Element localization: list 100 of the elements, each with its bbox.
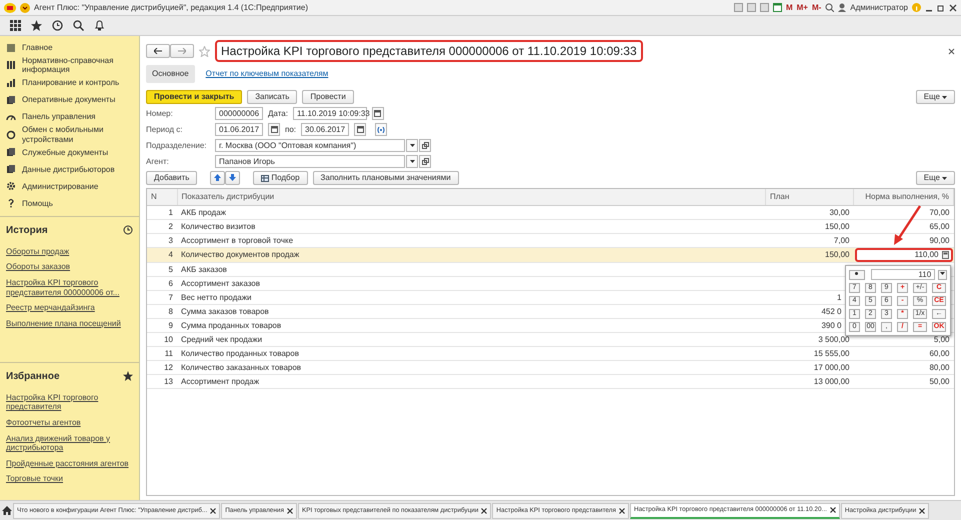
table-cell: 12: [164, 362, 173, 372]
user-name[interactable]: Администратор: [850, 2, 908, 14]
sidebar-link[interactable]: Фотоотчеты агентов: [6, 414, 133, 431]
table-cell: 3 500,00: [818, 334, 850, 344]
division-field[interactable]: г. Москва (ООО "Оптовая компания"): [215, 139, 405, 152]
close-icon[interactable]: [286, 508, 293, 514]
more-button[interactable]: Еще: [916, 171, 955, 185]
restore-icon[interactable]: [937, 4, 945, 12]
memory-button[interactable]: [849, 270, 865, 280]
command-button[interactable]: Провести: [302, 90, 354, 104]
date-field[interactable]: 11.10.2019 10:09:33: [292, 107, 367, 120]
close-icon[interactable]: [481, 508, 488, 514]
more-button[interactable]: Еще: [916, 90, 955, 104]
calendar-button[interactable]: [372, 107, 384, 120]
table-cell: 17 000,00: [814, 362, 850, 372]
sidebar-link[interactable]: Анализ движений товаров у дистрибьютора: [6, 430, 133, 456]
memory-button[interactable]: M: [786, 2, 793, 14]
form-tab[interactable]: Основное: [146, 65, 195, 83]
table-cell: 5,00: [934, 334, 950, 344]
table-cell: 11: [164, 348, 173, 358]
apps-grid-icon[interactable]: [10, 20, 21, 31]
calendar-icon[interactable]: [772, 3, 782, 12]
period-icon: [377, 126, 386, 132]
annotation-arrow: [892, 204, 922, 246]
caret-icon: [942, 96, 947, 98]
command-button[interactable]: Записать: [247, 90, 298, 104]
calendar-icon: [374, 110, 382, 117]
open-button[interactable]: [419, 139, 431, 152]
sidebar-link[interactable]: Настройка KPI торгового представителя: [6, 390, 133, 415]
sidebar-item[interactable]: Главное: [22, 42, 53, 52]
column-header[interactable]: Норма выполнения, %: [854, 189, 954, 206]
sidebar-item[interactable]: Помощь: [22, 198, 53, 208]
memory-button[interactable]: M-: [812, 2, 822, 14]
sidebar-link[interactable]: Настройка KPI торгового представителя 000000006 от...: [6, 274, 133, 300]
number-field[interactable]: 000000006: [215, 107, 263, 120]
sidebar-link[interactable]: Пройденные расстояния агентов: [6, 456, 133, 472]
sidebar-item[interactable]: Планирование и контроль: [22, 78, 120, 88]
calendar-button[interactable]: [354, 123, 366, 136]
star-icon[interactable]: [123, 371, 133, 382]
dropdown-button[interactable]: [406, 139, 418, 152]
memory-button[interactable]: M+: [796, 2, 808, 14]
section-title: Избранное: [6, 370, 60, 384]
sidebar-link[interactable]: Торговые точки: [6, 471, 133, 487]
sidebar-item[interactable]: Нормативно-справочная информация: [22, 56, 133, 74]
sidebar-item[interactable]: Оперативные документы: [22, 95, 116, 104]
history-icon[interactable]: [52, 20, 63, 31]
add-button[interactable]: Добавить: [146, 171, 198, 185]
sidebar-item[interactable]: Обмен с мобильными устройствами: [22, 125, 133, 144]
sidebar-item[interactable]: Администрирование: [22, 182, 98, 191]
command-button[interactable]: Провести и закрыть: [146, 90, 242, 104]
open-button[interactable]: [419, 155, 431, 168]
close-icon[interactable]: [948, 48, 955, 54]
dropdown-button[interactable]: [406, 155, 418, 168]
favorite-star-icon[interactable]: [199, 46, 210, 56]
table-cell: 90,00: [929, 236, 950, 244]
table-cell: 452 0: [821, 306, 842, 316]
move-up-button[interactable]: [210, 171, 226, 185]
period-button[interactable]: [375, 123, 388, 136]
home-icon[interactable]: [2, 506, 12, 515]
table-cell: Сумма проданных товаров: [181, 320, 282, 330]
column-header[interactable]: Показатель дистрибуции: [177, 189, 766, 206]
close-icon[interactable]: [618, 508, 625, 514]
cell-editor[interactable]: 110,00: [854, 248, 952, 262]
column-header[interactable]: План: [766, 189, 854, 206]
bell-icon[interactable]: [94, 20, 105, 31]
close-icon[interactable]: [919, 508, 926, 514]
help-icon: [6, 198, 16, 208]
sidebar-link[interactable]: Реестр мерчандайзинга: [6, 300, 133, 316]
column-header[interactable]: N: [147, 189, 177, 206]
date-field[interactable]: 30.06.2017: [301, 123, 350, 136]
open-icon: [422, 142, 428, 149]
dropdown-button[interactable]: [938, 270, 947, 280]
close-icon[interactable]: [949, 4, 957, 12]
history-icon[interactable]: [123, 225, 133, 236]
calculator-icon[interactable]: [942, 251, 948, 259]
field-label: Номер:: [146, 108, 174, 120]
table-cell: Ассортимент заказов: [181, 278, 260, 288]
table-cell: 80,00: [929, 362, 950, 372]
sidebar-item[interactable]: Панель управления: [22, 112, 96, 122]
zoom-icon[interactable]: [825, 3, 834, 12]
sidebar-item[interactable]: Данные дистрибьюторов: [22, 164, 115, 174]
close-icon[interactable]: [210, 508, 216, 514]
user-icon: [838, 3, 846, 12]
move-down-button[interactable]: [225, 171, 240, 185]
pick-button[interactable]: Подбор: [253, 171, 308, 185]
menu-icon[interactable]: [20, 2, 30, 12]
sidebar-link[interactable]: Обороты продаж: [6, 244, 133, 260]
back-button[interactable]: [146, 44, 170, 58]
agent-field[interactable]: Папанов Игорь: [215, 155, 405, 168]
date-field[interactable]: 01.06.2017: [215, 123, 263, 136]
sidebar-link[interactable]: Обороты заказов: [6, 259, 133, 275]
form-tab[interactable]: Отчет по ключевым показателям: [200, 65, 334, 83]
sidebar-item[interactable]: Служебные документы: [22, 148, 108, 157]
search-icon[interactable]: [73, 20, 84, 31]
star-icon[interactable]: [31, 20, 42, 31]
sidebar-link[interactable]: Выполнение плана посещений: [6, 316, 133, 332]
field-label: Период с:: [146, 124, 184, 136]
fill-button[interactable]: Заполнить плановыми значениями: [312, 171, 459, 185]
calendar-button[interactable]: [268, 123, 280, 136]
close-icon[interactable]: [830, 507, 836, 513]
